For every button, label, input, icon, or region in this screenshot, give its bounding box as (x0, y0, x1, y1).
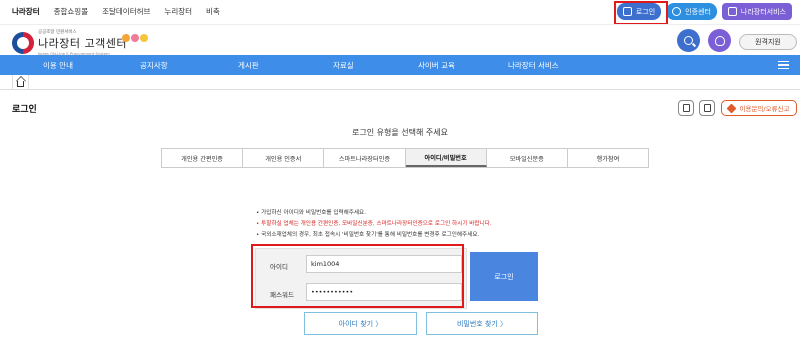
report-error-label: 이용문의/오류신고 (739, 105, 790, 113)
save-icon (682, 104, 690, 112)
flower-decoration-icon (122, 34, 148, 42)
nara-service-button[interactable]: 나라장터서비스 (721, 3, 792, 20)
grid-icon (727, 7, 737, 16)
login-type-tabs: 개인용 간편인증 개인용 인증서 스마트나라장터인증 아이디/비밀번호 모바일신… (161, 148, 649, 168)
page-title: 로그인 (12, 105, 37, 115)
find-id-button[interactable]: 아이디 찾기 〉 (304, 312, 417, 335)
header-logo-row: 공공조달 민원서비스 나라장터 고객센터 Korea ON-Line E-Pro… (0, 24, 800, 56)
tab-simple-auth[interactable]: 개인용 간편인증 (162, 149, 244, 167)
save-button[interactable] (678, 100, 694, 116)
print-icon (703, 104, 711, 112)
remote-support-button[interactable]: 원격지원 (739, 34, 797, 50)
home-button[interactable] (12, 75, 29, 90)
nav-item-notice[interactable]: 공지사항 (140, 60, 168, 71)
user-icon (714, 35, 725, 46)
breadcrumb (0, 75, 800, 90)
login-highlight-box (614, 1, 668, 25)
site-logo[interactable]: 공공조달 민원서비스 나라장터 고객센터 Korea ON-Line E-Pro… (12, 29, 127, 56)
notice-item-warning: • 투찰하실 업체는 개인용 간편인증, 모바일신분증, 스마트나라장터인증으로… (256, 221, 492, 227)
find-password-button[interactable]: 비밀번호 찾기 〉 (426, 312, 538, 335)
power-icon (672, 7, 682, 16)
cert-center-button[interactable]: 인증센터 (666, 3, 717, 20)
nav-item-guide[interactable]: 이용 안내 (43, 60, 73, 71)
report-error-button[interactable]: 이용문의/오류신고 (721, 100, 797, 116)
search-icon (684, 36, 693, 45)
nara-service-label: 나라장터서비스 (740, 7, 786, 16)
menu-icon[interactable] (778, 61, 789, 69)
tab-smart-nara[interactable]: 스마트나라장터인증 (324, 149, 406, 167)
nav-item-board[interactable]: 게시판 (238, 60, 259, 71)
nav-item-cyber-edu[interactable]: 사이버 교육 (418, 60, 455, 71)
top-link-mall[interactable]: 종합쇼핑몰 (54, 6, 89, 17)
nav-item-nara-service[interactable]: 나라장터 서비스 (508, 60, 559, 71)
notice-item: • 가입하신 아이디와 비밀번호를 입력해주세요. (256, 210, 366, 216)
home-icon (17, 81, 24, 87)
print-button[interactable] (699, 100, 715, 116)
cert-center-label: 인증센터 (685, 7, 711, 16)
top-link-stockpile[interactable]: 비축 (206, 6, 220, 17)
login-notices: • 가입하신 아이디와 비밀번호를 입력해주세요. • 투찰하실 업체는 개인용… (256, 208, 492, 241)
login-type-subtitle: 로그인 유형을 선택해 주세요 (352, 128, 448, 137)
notice-item: • 국외소재업체의 경우, 최초 접속시 '비밀번호 찾기'를 통해 비밀번호를… (256, 232, 480, 238)
login-submit-button[interactable]: 로그인 (470, 252, 538, 301)
top-utility-bar: 나라장터 종합쇼핑몰 조달데이터허브 누리장터 비축 로그인 인증센터 나라장터… (0, 0, 800, 24)
tab-id-password[interactable]: 아이디/비밀번호 (405, 149, 487, 167)
logo-title: 나라장터 고객센터 (38, 37, 127, 50)
form-highlight-box (251, 244, 464, 308)
tab-personal-cert[interactable]: 개인용 인증서 (243, 149, 325, 167)
my-page-button[interactable] (708, 29, 731, 52)
main-nav: 이용 안내 공지사항 게시판 자료실 사이버 교육 나라장터 서비스 (0, 55, 800, 75)
top-link-datahub[interactable]: 조달데이터허브 (102, 6, 150, 17)
search-button[interactable] (677, 29, 700, 52)
tab-participation[interactable]: 행가참여 (567, 149, 649, 167)
wrench-icon (727, 103, 737, 113)
tab-mobile-id[interactable]: 모바일신분증 (486, 149, 568, 167)
top-link-nuri[interactable]: 누리장터 (164, 6, 192, 17)
government-emblem-icon (12, 31, 34, 54)
nav-item-library[interactable]: 자료실 (333, 60, 354, 71)
top-links: 나라장터 종합쇼핑몰 조달데이터허브 누리장터 비축 (12, 6, 234, 17)
top-link-nara[interactable]: 나라장터 (12, 6, 40, 17)
